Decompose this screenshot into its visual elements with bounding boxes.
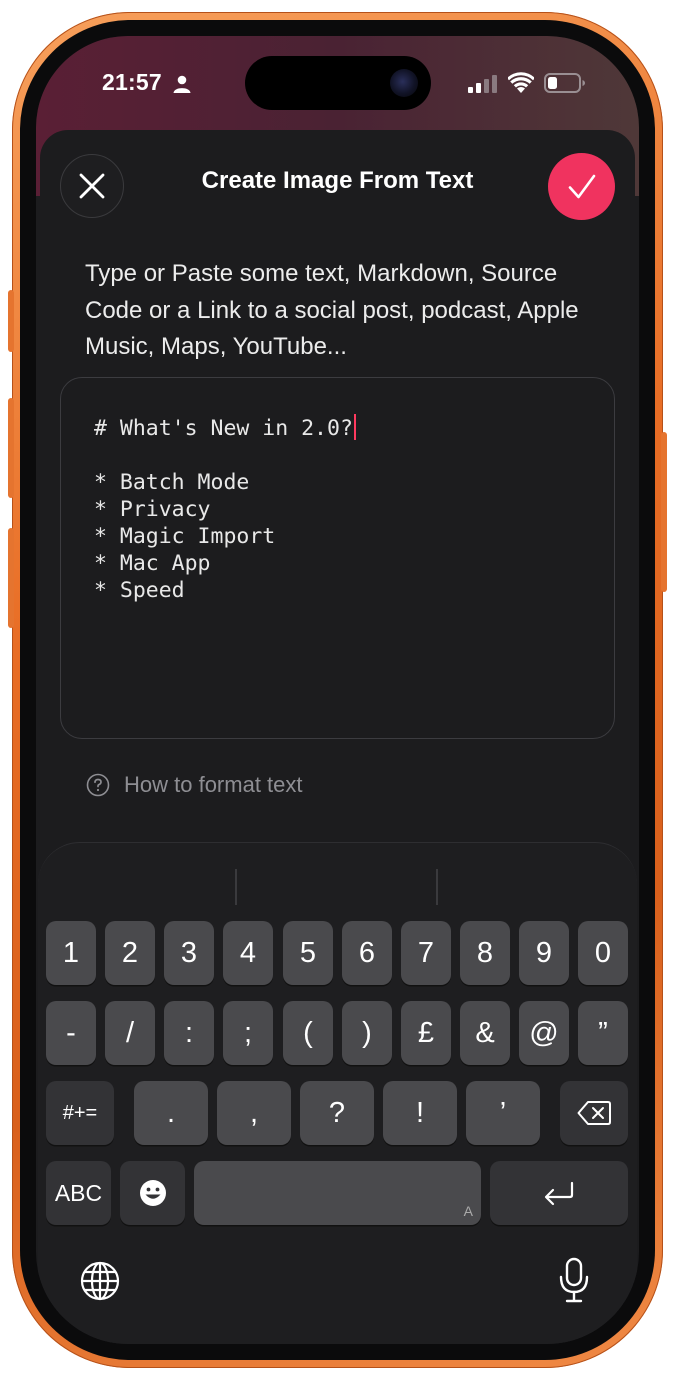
- text-editor[interactable]: # What's New in 2.0? * Batch Mode * Priv…: [60, 377, 615, 739]
- delete-button[interactable]: [560, 1081, 628, 1145]
- signal-icon: [468, 75, 497, 93]
- key-6[interactable]: 6: [342, 921, 392, 985]
- power-button: [661, 432, 667, 592]
- editor-content[interactable]: # What's New in 2.0? * Batch Mode * Priv…: [94, 414, 356, 604]
- space-bar[interactable]: A: [194, 1161, 481, 1225]
- action-button: [8, 290, 14, 352]
- key-apostrophe[interactable]: ’: [466, 1081, 540, 1145]
- instructions-text: Type or Paste some text, Markdown, Sourc…: [85, 260, 579, 360]
- microphone-icon[interactable]: [558, 1257, 590, 1305]
- camera-icon: [390, 69, 418, 97]
- editor-line-6: * Mac App: [94, 551, 211, 576]
- return-icon: [544, 1181, 574, 1206]
- key-slash[interactable]: /: [105, 1001, 155, 1065]
- key-1[interactable]: 1: [46, 921, 96, 985]
- status-time: 21:57: [102, 69, 162, 95]
- emoji-icon: [139, 1180, 166, 1206]
- emoji-button[interactable]: [120, 1161, 185, 1225]
- editor-line-7: * Speed: [94, 578, 185, 603]
- status-bar: 21:57: [36, 36, 639, 126]
- editor-line-1: # What's New in 2.0?: [94, 416, 353, 441]
- key-hyphen[interactable]: -: [46, 1001, 96, 1065]
- key-comma[interactable]: ,: [217, 1081, 291, 1145]
- globe-icon[interactable]: [80, 1261, 120, 1301]
- done-button[interactable]: [548, 153, 615, 220]
- prediction-divider: [235, 869, 237, 905]
- keyboard: 1 2 3 4 5 6 7 8 9 0 - / : ; ( ) £ & @ ” …: [38, 842, 637, 1344]
- delete-icon: [577, 1101, 611, 1125]
- key-open-paren[interactable]: (: [283, 1001, 333, 1065]
- key-7[interactable]: 7: [401, 921, 451, 985]
- checkmark-icon: [568, 174, 595, 198]
- key-9[interactable]: 9: [519, 921, 569, 985]
- key-quote[interactable]: ”: [578, 1001, 628, 1065]
- key-semicolon[interactable]: ;: [223, 1001, 273, 1065]
- key-5[interactable]: 5: [283, 921, 333, 985]
- key-period[interactable]: .: [134, 1081, 208, 1145]
- text-caret: [353, 414, 356, 440]
- key-ampersand[interactable]: &: [460, 1001, 510, 1065]
- key-2[interactable]: 2: [105, 921, 155, 985]
- question-circle-icon: [86, 773, 110, 797]
- key-exclamation[interactable]: !: [383, 1081, 457, 1145]
- return-button[interactable]: [490, 1161, 628, 1225]
- key-more-symbols[interactable]: #+=: [46, 1081, 114, 1145]
- volume-up-button: [8, 398, 14, 498]
- format-help-link[interactable]: How to format text: [86, 772, 303, 798]
- key-at[interactable]: @: [519, 1001, 569, 1065]
- volume-down-button: [8, 528, 14, 628]
- person-icon: [173, 75, 191, 93]
- prediction-divider: [436, 869, 438, 905]
- space-bar-hint: A: [463, 1203, 473, 1219]
- key-3[interactable]: 3: [164, 921, 214, 985]
- key-close-paren[interactable]: ): [342, 1001, 392, 1065]
- format-help-label: How to format text: [124, 772, 303, 797]
- key-colon[interactable]: :: [164, 1001, 214, 1065]
- key-question[interactable]: ?: [300, 1081, 374, 1145]
- dynamic-island: [245, 56, 431, 110]
- key-8[interactable]: 8: [460, 921, 510, 985]
- editor-line-4: * Privacy: [94, 497, 211, 522]
- editor-line-3: * Batch Mode: [94, 470, 250, 495]
- key-4[interactable]: 4: [223, 921, 273, 985]
- wifi-icon: [508, 72, 534, 93]
- key-pound[interactable]: £: [401, 1001, 451, 1065]
- key-abc[interactable]: ABC: [46, 1161, 111, 1225]
- battery-icon: [544, 73, 585, 93]
- key-0[interactable]: 0: [578, 921, 628, 985]
- phone-screen: 21:57 Create Image From Text Type or Pas…: [36, 36, 639, 1344]
- editor-line-5: * Magic Import: [94, 524, 276, 549]
